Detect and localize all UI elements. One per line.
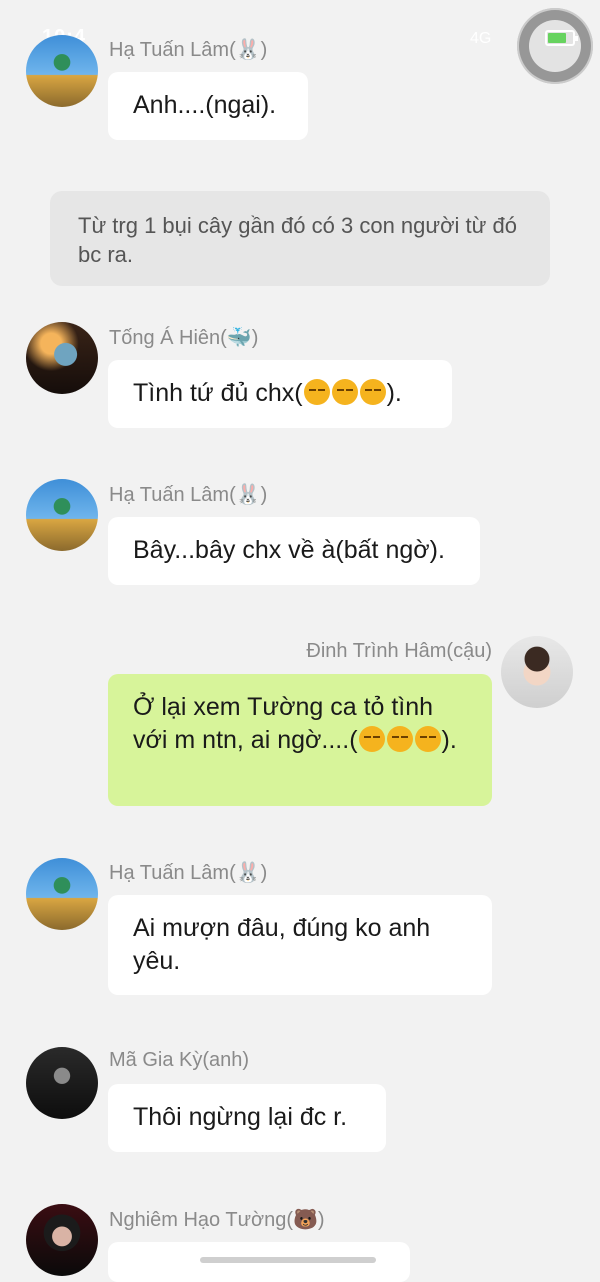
expressionless-emoji-icon <box>359 379 386 405</box>
message-bubble[interactable]: Ai mượn đâu, đúng ko anh yêu. <box>108 895 492 995</box>
sender-name: Hạ Tuấn Lâm(🐰) <box>109 484 268 506</box>
avatar[interactable] <box>26 35 98 107</box>
sender-name: Hạ Tuấn Lâm(🐰) <box>109 862 268 884</box>
avatar[interactable] <box>501 636 573 708</box>
message-text: Anh....(ngại). <box>133 91 277 119</box>
expressionless-emoji-icon <box>358 726 385 752</box>
sender-name: Hạ Tuấn Lâm(🐰) <box>109 39 268 61</box>
avatar[interactable] <box>26 858 98 930</box>
floating-ball-core <box>529 20 581 72</box>
message-bubble[interactable]: Bây...bây chx về à(bất ngờ). <box>108 517 480 585</box>
message-text: Bây...bây chx về à(bất ngờ). <box>133 536 445 564</box>
sender-name: Nghiêm Hạo Tường(🐻) <box>109 1209 325 1231</box>
scroll-indicator[interactable] <box>200 1257 376 1263</box>
battery-icon <box>545 30 578 46</box>
message-text-tail: ). <box>386 379 402 407</box>
message-bubble[interactable]: Anh....(ngại). <box>108 72 308 140</box>
expressionless-emoji-icon <box>331 379 358 405</box>
avatar[interactable] <box>26 479 98 551</box>
message-bubble[interactable]: Ở lại xem Tường ca tỏ tình với m ntn, ai… <box>108 674 492 806</box>
message-bubble[interactable]: Thôi ngừng lại đc r. <box>108 1084 386 1152</box>
narration-box: Từ trg 1 bụi cây gần đó có 3 con người t… <box>50 191 550 286</box>
message-text: Ai mượn đâu, đúng ko anh yêu. <box>133 914 431 975</box>
avatar[interactable] <box>26 1047 98 1119</box>
expressionless-emoji-icon <box>303 379 330 405</box>
message-text: Thôi ngừng lại đc r. <box>133 1103 348 1131</box>
message-text-tail: ). <box>441 726 457 754</box>
message-bubble[interactable]: Tình tứ đủ chx(). <box>108 360 452 428</box>
message-text: Tình tứ đủ chx( <box>133 379 303 407</box>
sender-name: Đinh Trình Hâm(cậu) <box>306 640 492 662</box>
floating-assistant-button[interactable] <box>517 8 593 84</box>
avatar[interactable] <box>26 1204 98 1276</box>
signal-indicator: 4G <box>470 30 492 47</box>
sender-name: Tống Á Hiên(🐳) <box>109 327 259 349</box>
expressionless-emoji-icon <box>414 726 441 752</box>
avatar[interactable] <box>26 322 98 394</box>
sender-name: Mã Gia Kỳ(anh) <box>109 1049 250 1071</box>
expressionless-emoji-icon <box>386 726 413 752</box>
